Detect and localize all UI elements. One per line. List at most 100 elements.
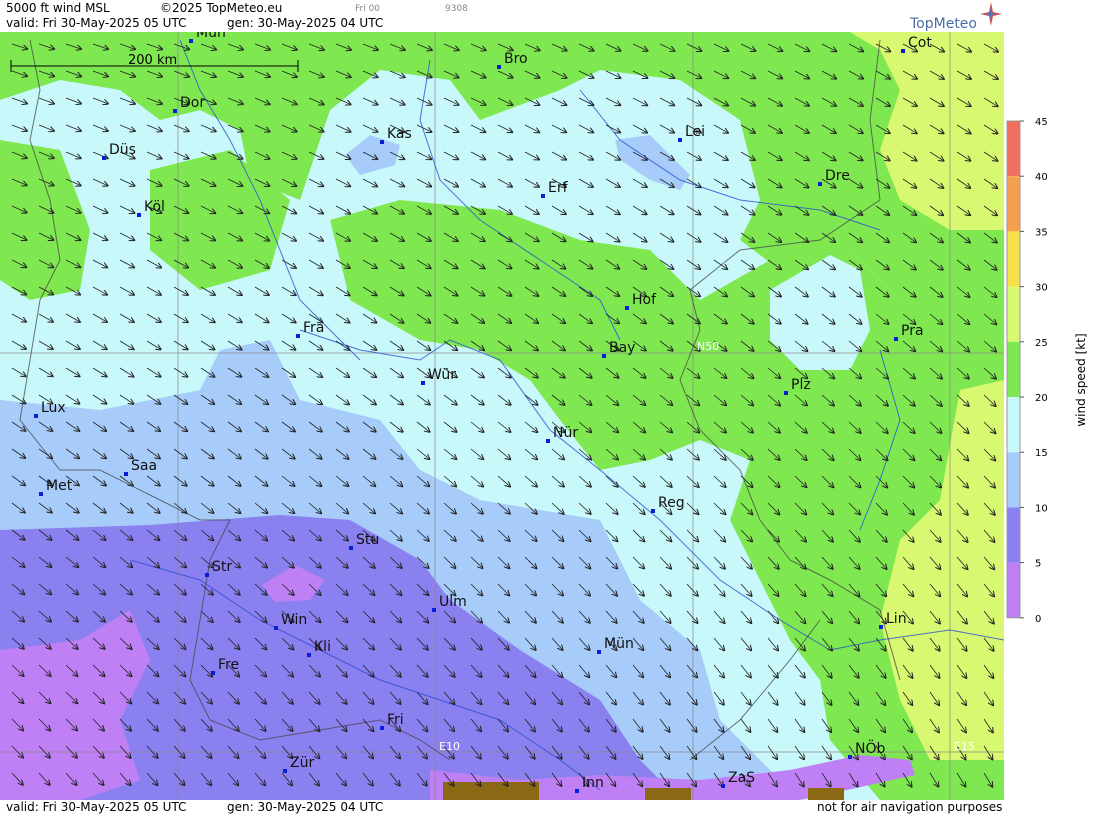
legend-tick-label: 15 <box>1035 448 1048 459</box>
forecast-step: Fri 00 <box>355 4 381 14</box>
city-label: Bay <box>609 340 635 356</box>
legend-title: wind speed [kt] <box>1074 333 1088 426</box>
wind-map: 200 km N50 E10 E15 Mün Bro Cot Dor Kas Lei Düs… <box>0 32 1004 800</box>
city-marker-icon <box>205 573 209 577</box>
city-label: Stu <box>356 532 379 548</box>
city-marker-icon <box>39 492 43 496</box>
legend-tick-label: 40 <box>1035 172 1048 183</box>
city-label: ZaS <box>728 770 755 786</box>
city-label: Mün <box>196 32 226 41</box>
city-label: Cot <box>908 35 932 51</box>
city-marker-icon <box>283 769 287 773</box>
city-label: Kas <box>387 126 412 142</box>
city-marker-icon <box>651 509 655 513</box>
city-label: Fri <box>387 712 404 728</box>
legend-tick-label: 0 <box>1035 614 1041 625</box>
city-label: Plz <box>791 377 811 393</box>
city-label: Zür <box>290 755 314 771</box>
city-marker-icon <box>211 671 215 675</box>
terrain-block <box>443 782 539 800</box>
city-label: Met <box>46 478 73 494</box>
city-marker-icon <box>432 608 436 612</box>
city-marker-icon <box>541 194 545 198</box>
city-label: Pra <box>901 323 924 339</box>
city-label: Ulm <box>439 594 467 610</box>
city-marker-icon <box>575 789 579 793</box>
city-marker-icon <box>546 439 550 443</box>
city-label: Dor <box>180 95 205 111</box>
city-label: Dre <box>825 168 850 184</box>
legend-tick-label: 35 <box>1035 227 1048 238</box>
city-label: Kli <box>314 639 331 655</box>
city-label: Fra <box>303 320 324 336</box>
city-label: NÖb <box>855 739 885 757</box>
city-marker-icon <box>274 626 278 630</box>
legend-tick-label: 10 <box>1035 503 1048 514</box>
city-label: Wür <box>428 367 456 383</box>
city-marker-icon <box>894 337 898 341</box>
legend-color-band <box>1007 562 1020 618</box>
legend-tick-label: 5 <box>1035 559 1041 570</box>
valid-time: valid: Fri 30-May-2025 05 UTC <box>6 16 187 30</box>
city-marker-icon <box>901 49 905 53</box>
city-marker-icon <box>296 334 300 338</box>
city-label: Lux <box>41 400 66 416</box>
city-label: Str <box>212 559 232 575</box>
city-marker-icon <box>380 140 384 144</box>
run-code: 9308 <box>445 4 468 14</box>
city-marker-icon <box>124 472 128 476</box>
city-marker-icon <box>307 653 311 657</box>
footer-generated-time: gen: 30-May-2025 04 UTC <box>227 800 384 814</box>
legend-tick-label: 30 <box>1035 283 1048 294</box>
lat-label-n50: N50 <box>697 340 719 353</box>
legend-tick-label: 45 <box>1035 117 1048 128</box>
legend-color-band <box>1007 286 1020 342</box>
city-label: Saa <box>131 458 157 474</box>
legend-color-band <box>1007 121 1020 177</box>
city-label: Lei <box>685 124 705 140</box>
logo-text: TopMeteo <box>910 16 977 32</box>
city-marker-icon <box>421 381 425 385</box>
lon-label-e15: E15 <box>954 740 975 753</box>
map-header: 5000 ft wind MSL ©2025 TopMeteo.eu Fri 0… <box>0 0 1005 32</box>
city-marker-icon <box>879 625 883 629</box>
legend-tick-label: 25 <box>1035 338 1048 349</box>
legend-colorbar: 45 40 35 30 25 20 15 10 5 0 wind speed [kt] <box>1006 117 1088 625</box>
city-marker-icon <box>102 156 106 160</box>
city-label: Inn <box>582 775 604 791</box>
scale-bar-label: 200 km <box>128 53 177 68</box>
city-marker-icon <box>497 65 501 69</box>
legend-color-band <box>1007 341 1020 397</box>
city-marker-icon <box>678 138 682 142</box>
city-label: Hof <box>632 292 657 308</box>
city-marker-icon <box>818 182 822 186</box>
city-marker-icon <box>349 546 353 550</box>
legend-tick-label: 20 <box>1035 393 1048 404</box>
city-marker-icon <box>848 755 852 759</box>
city-label: Lin <box>886 611 907 627</box>
map-footer: valid: Fri 30-May-2025 05 UTC gen: 30-Ma… <box>0 800 1005 814</box>
lon-label-e10: E10 <box>439 740 460 753</box>
city-marker-icon <box>784 391 788 395</box>
copyright: ©2025 TopMeteo.eu <box>160 1 283 15</box>
city-marker-icon <box>602 354 606 358</box>
logo-star-icon <box>980 2 1002 26</box>
city-label: Win <box>281 612 307 628</box>
city-label: Mün <box>604 636 634 652</box>
city-marker-icon <box>137 213 141 217</box>
generated-time: gen: 30-May-2025 04 UTC <box>227 16 384 30</box>
city-label: Fre <box>218 657 239 673</box>
footer-valid-time: valid: Fri 30-May-2025 05 UTC <box>6 800 187 814</box>
wind-speed-legend: 45 40 35 30 25 20 15 10 5 0 wind speed [kt] <box>1005 0 1095 814</box>
legend-color-band <box>1007 231 1020 287</box>
terrain-block <box>808 788 844 800</box>
city-label: Bro <box>504 51 528 67</box>
city-marker-icon <box>597 650 601 654</box>
city-marker-icon <box>173 109 177 113</box>
city-label: Erf <box>548 180 569 196</box>
city-marker-icon <box>380 726 384 730</box>
legend-color-band <box>1007 397 1020 453</box>
city-marker-icon <box>189 39 193 43</box>
city-label: Reg <box>658 495 685 511</box>
legend-color-band <box>1007 176 1020 232</box>
